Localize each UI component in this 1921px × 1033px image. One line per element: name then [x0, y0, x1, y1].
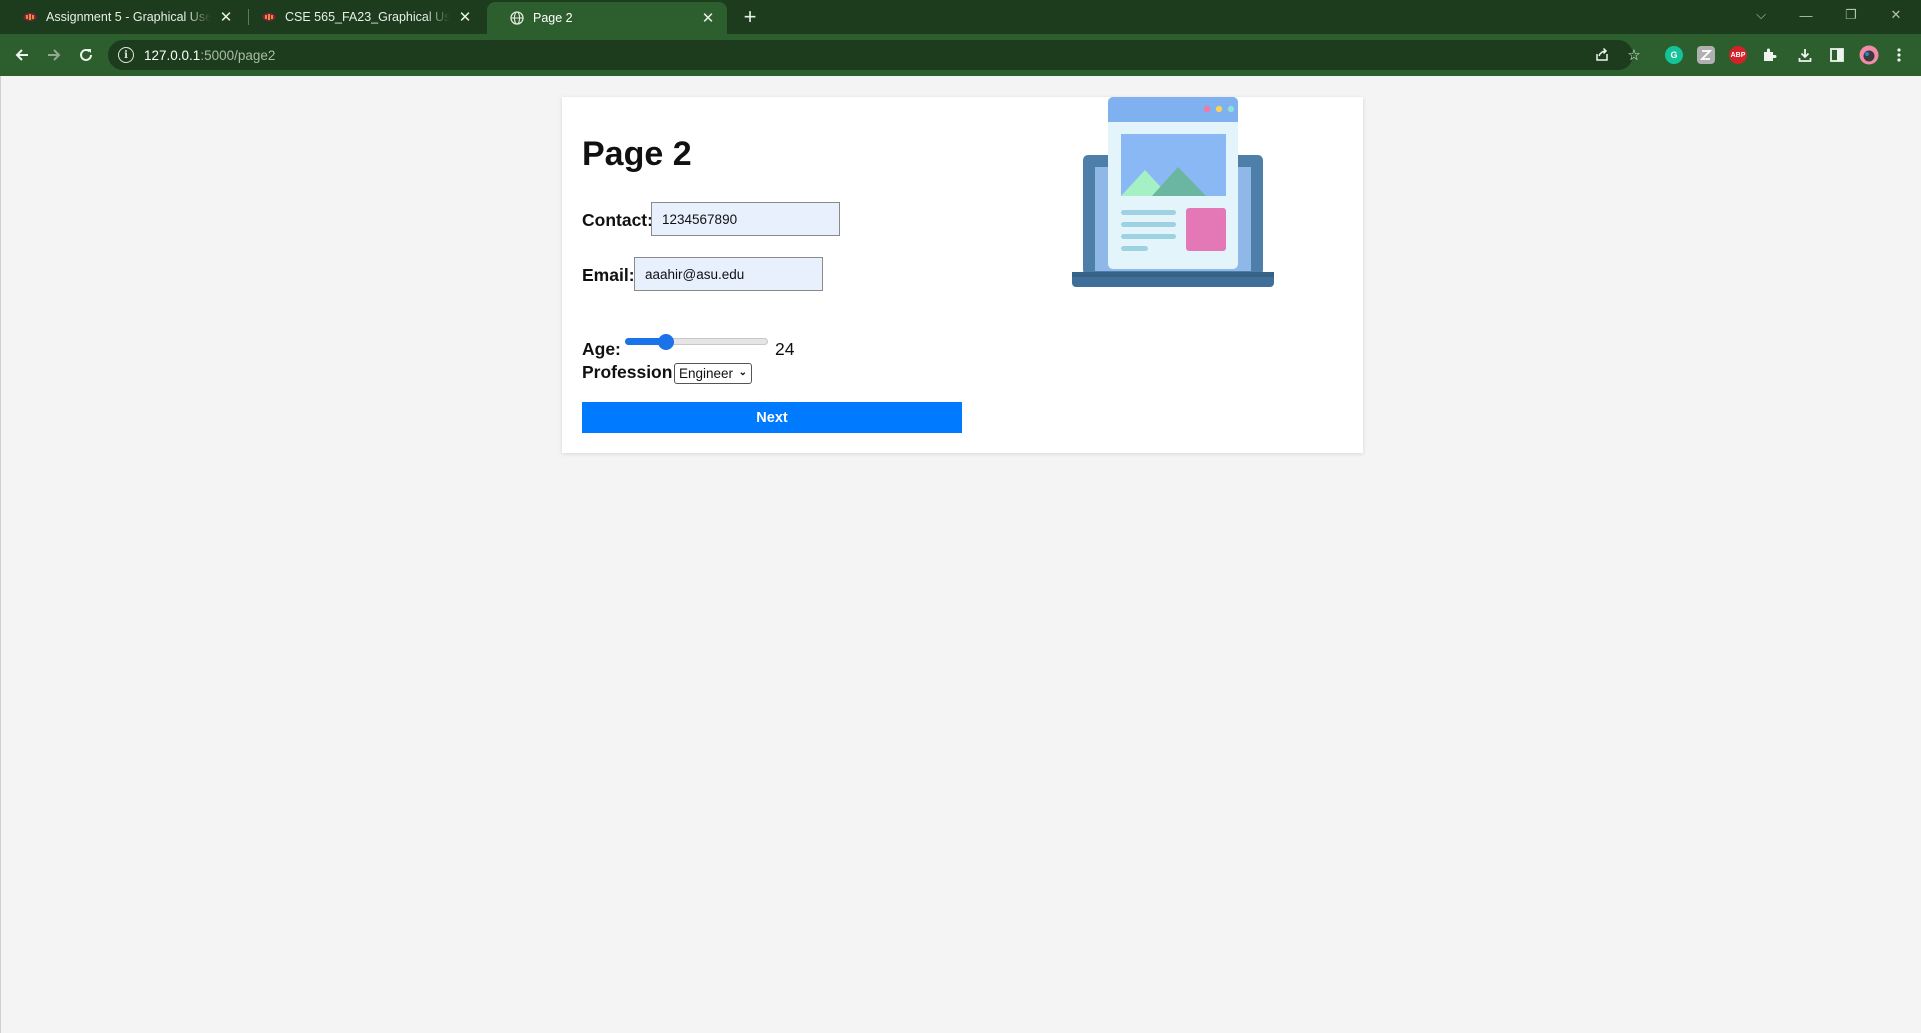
url-path: :5000/page2 — [200, 47, 276, 63]
tab-cse565[interactable]: CSE 565_FA23_Graphical User Interfaces ✕ — [239, 0, 484, 34]
browser-toolbar: i 127.0.0.1 :5000/page2 ☆ G ABP — [0, 34, 1921, 76]
new-tab-button[interactable]: + — [737, 4, 763, 30]
next-button[interactable]: Next — [582, 402, 962, 433]
contact-label: Contact: — [582, 210, 653, 230]
puzzle-extensions-icon[interactable] — [1761, 46, 1779, 64]
asu-pitchfork-icon — [261, 9, 277, 25]
reload-icon[interactable] — [72, 41, 100, 69]
tab-title: CSE 565_FA23_Graphical User Interfaces — [285, 10, 450, 24]
forward-arrow-icon[interactable] — [40, 41, 68, 69]
bookmark-star-icon[interactable]: ☆ — [1620, 41, 1648, 69]
contact-input[interactable] — [651, 202, 840, 236]
site-info-icon[interactable]: i — [118, 47, 134, 63]
asu-pitchfork-icon — [22, 9, 38, 25]
tab-assignment-5[interactable]: Assignment 5 - Graphical User Interfaces… — [0, 0, 245, 34]
tab-title: Page 2 — [533, 11, 573, 25]
age-slider[interactable] — [625, 332, 768, 352]
url-host: 127.0.0.1 — [144, 47, 201, 63]
back-arrow-icon[interactable] — [8, 41, 36, 69]
zotero-icon[interactable] — [1697, 46, 1715, 64]
tab-title: Assignment 5 - Graphical User Interfaces — [46, 10, 211, 24]
age-value: 24 — [775, 339, 795, 359]
minimize-button[interactable]: — — [1783, 0, 1829, 30]
tab-strip: Assignment 5 - Graphical User Interfaces… — [0, 0, 1921, 34]
slider-thumb[interactable] — [658, 334, 674, 350]
profile-avatar[interactable] — [1855, 41, 1883, 69]
age-label: Age: — [582, 339, 621, 359]
side-panel-icon[interactable] — [1823, 41, 1851, 69]
tab-search-icon[interactable]: ⌵ — [1738, 0, 1784, 30]
email-input[interactable] — [634, 257, 823, 291]
close-icon[interactable]: ✕ — [456, 8, 474, 26]
adblock-plus-icon[interactable]: ABP — [1729, 46, 1747, 64]
window-close-button[interactable]: ✕ — [1873, 0, 1919, 30]
page-viewport: Page 2 Contact: Email: Age: 24 Professio… — [0, 76, 1921, 1033]
close-icon[interactable]: ✕ — [699, 9, 717, 27]
profession-selected-value: Engineer — [679, 366, 734, 381]
profession-select[interactable]: Engineer ⌄ — [674, 363, 752, 384]
address-bar[interactable]: i 127.0.0.1 :5000/page2 — [108, 40, 1633, 70]
laptop-webpage-illustration — [1072, 97, 1274, 287]
restore-button[interactable]: ❐ — [1828, 0, 1874, 30]
close-icon[interactable]: ✕ — [217, 8, 235, 26]
tab-page-2[interactable]: Page 2 ✕ — [487, 2, 727, 34]
email-label: Email: — [582, 265, 635, 285]
form-card: Page 2 Contact: Email: Age: 24 Professio… — [562, 97, 1363, 453]
grammarly-icon[interactable]: G — [1665, 46, 1683, 64]
profession-label: Profession: — [582, 362, 679, 382]
kebab-menu-icon[interactable] — [1885, 41, 1913, 69]
chevron-down-icon: ⌄ — [738, 367, 747, 378]
download-icon[interactable] — [1791, 41, 1819, 69]
share-icon[interactable] — [1588, 41, 1616, 69]
globe-icon — [509, 10, 525, 26]
page-title: Page 2 — [582, 135, 692, 173]
